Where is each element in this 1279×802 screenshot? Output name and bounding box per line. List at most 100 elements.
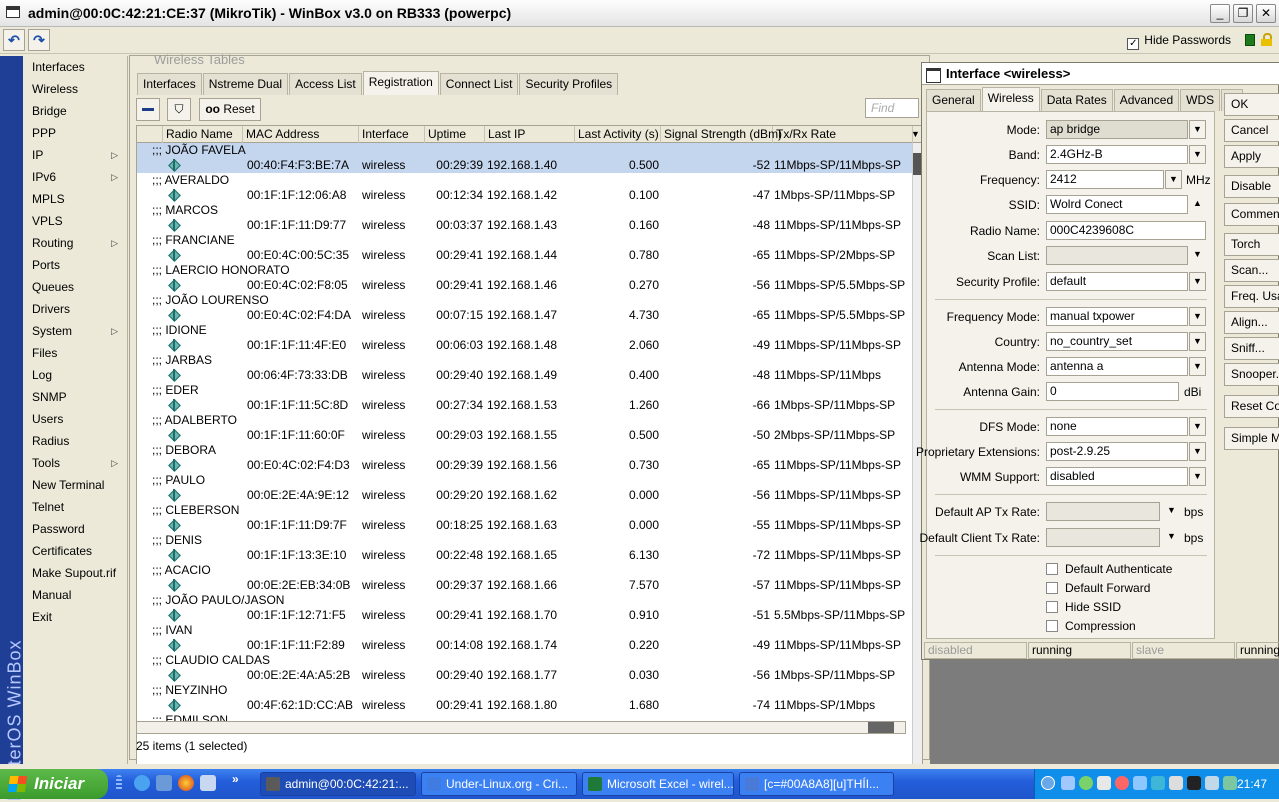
checkbox-hide-ssid[interactable]: Hide SSID xyxy=(1046,600,1121,614)
sidebar-item-files[interactable]: Files xyxy=(23,342,127,364)
firefox-icon[interactable] xyxy=(178,775,194,791)
checkbox-default-forward[interactable]: Default Forward xyxy=(1046,581,1150,595)
collapse-icon[interactable]: ▲ xyxy=(1189,195,1206,214)
dropdown-icon[interactable]: ▼ xyxy=(1163,528,1180,547)
table-row[interactable]: 00:40:F4:F3:BE:7A wireless 00:29:39 192.168… xyxy=(137,158,912,173)
table-row[interactable]: 00:1F:1F:11:4F:E0 wireless 00:06:03 192.168… xyxy=(137,338,912,353)
tray-antivirus-icon[interactable] xyxy=(1187,776,1201,790)
horizontal-scrollbar[interactable] xyxy=(136,721,906,734)
default-client-tx-rate-select[interactable] xyxy=(1046,528,1160,547)
table-row[interactable]: 00:1F:1F:13:3E:10 wireless 00:22:48 192.168… xyxy=(137,548,912,563)
button-ok[interactable]: OK xyxy=(1224,93,1279,116)
antenna-gain-input[interactable]: 0 xyxy=(1046,382,1179,401)
tab-general[interactable]: General xyxy=(926,89,981,111)
ssid-input[interactable]: Wolrd Conect xyxy=(1046,195,1188,214)
sidebar-item-users[interactable]: Users xyxy=(23,408,127,430)
tray-messenger-icon[interactable] xyxy=(1079,776,1093,790)
dropdown-icon[interactable]: ▼ xyxy=(1189,442,1206,461)
table-row[interactable]: 00:0E:2E:EB:34:0B wireless 00:29:37 192.168… xyxy=(137,578,912,593)
table-row[interactable]: 00:1F:1F:11:D9:7F wireless 00:18:25 192.168… xyxy=(137,518,912,533)
window-icon[interactable] xyxy=(6,6,20,18)
button-cancel[interactable]: Cancel xyxy=(1224,119,1279,142)
table-row[interactable]: 00:06:4F:73:33:DB wireless 00:29:40 192.168… xyxy=(137,368,912,383)
dropdown-icon[interactable]: ▼ xyxy=(1189,145,1206,164)
checkbox-default-authenticate[interactable]: Default Authenticate xyxy=(1046,562,1172,576)
sidebar-item-ports[interactable]: Ports xyxy=(23,254,127,276)
remove-button[interactable] xyxy=(136,98,160,121)
sidebar-item-make-supout-rif[interactable]: Make Supout.rif xyxy=(23,562,127,584)
table-row[interactable]: 00:E0:4C:02:F4:DA wireless 00:07:15 192.168… xyxy=(137,308,912,323)
button-disable[interactable]: Disable xyxy=(1224,175,1279,198)
ie-icon[interactable] xyxy=(134,775,150,791)
tab-registration[interactable]: Registration xyxy=(362,71,439,95)
button-scan[interactable]: Scan... xyxy=(1224,259,1279,282)
taskbar-task[interactable]: Microsoft Excel - wirel... xyxy=(582,772,734,796)
taskbar-task[interactable]: admin@00:0C:42:21:... xyxy=(260,772,416,796)
table-row[interactable]: 00:1F:1F:11:F2:89 wireless 00:14:08 192.168… xyxy=(137,638,912,653)
scrollbar-thumb[interactable] xyxy=(868,722,894,733)
table-row[interactable]: 00:1F:1F:11:D9:77 wireless 00:03:37 192.168… xyxy=(137,218,912,233)
sidebar-item-interfaces[interactable]: Interfaces xyxy=(23,56,127,78)
tab-security-profiles[interactable]: Security Profiles xyxy=(519,73,619,95)
quicklaunch-grip[interactable] xyxy=(116,775,122,791)
minimize-button[interactable]: _ xyxy=(1210,4,1230,23)
table-row[interactable]: 00:E0:4C:02:F8:05 wireless 00:29:41 192.168… xyxy=(137,278,912,293)
tray-network-icon[interactable] xyxy=(1061,776,1075,790)
security-profile-select[interactable]: default xyxy=(1046,272,1188,291)
frequency-select[interactable]: 2412 xyxy=(1046,170,1164,189)
button-apply[interactable]: Apply xyxy=(1224,145,1279,168)
button-sniff[interactable]: Sniff... xyxy=(1224,337,1279,360)
undo-button[interactable]: ↶ xyxy=(3,29,25,51)
dropdown-icon[interactable]: ▼ xyxy=(1163,502,1180,521)
sidebar-item-ipv6[interactable]: IPv6 ▷ xyxy=(23,166,127,188)
frequency-mode-select[interactable]: manual txpower xyxy=(1046,307,1188,326)
mode-select[interactable]: ap bridge xyxy=(1046,120,1188,139)
dropdown-icon[interactable]: ▼ xyxy=(1189,332,1206,351)
dfs-mode-select[interactable]: none xyxy=(1046,417,1188,436)
table-row[interactable]: 00:E0:4C:00:5C:35 wireless 00:29:41 192.168… xyxy=(137,248,912,263)
hide-passwords-checkbox[interactable]: ✓ Hide Passwords xyxy=(1127,33,1231,50)
sidebar-item-routing[interactable]: Routing ▷ xyxy=(23,232,127,254)
table-row[interactable]: 00:1F:1F:11:60:0F wireless 00:29:03 192.168… xyxy=(137,428,912,443)
sidebar-item-new-terminal[interactable]: New Terminal xyxy=(23,474,127,496)
tab-interfaces[interactable]: Interfaces xyxy=(137,73,202,95)
tray-connection-icon[interactable] xyxy=(1133,776,1147,790)
tray-wifi-icon[interactable] xyxy=(1205,776,1219,790)
sidebar-item-manual[interactable]: Manual xyxy=(23,584,127,606)
dropdown-icon[interactable]: ▼ xyxy=(1189,272,1206,291)
tab-access-list[interactable]: Access List xyxy=(289,73,362,95)
sidebar-item-wireless[interactable]: Wireless xyxy=(23,78,127,100)
checkbox-compression[interactable]: Compression xyxy=(1046,619,1136,633)
tray-back-icon[interactable] xyxy=(1041,776,1055,790)
band-select[interactable]: 2.4GHz-B xyxy=(1046,145,1188,164)
sidebar-item-vpls[interactable]: VPLS xyxy=(23,210,127,232)
column-header-last-activity-s-[interactable]: Last Activity (s) xyxy=(575,126,661,143)
tab-wds[interactable]: WDS xyxy=(1180,89,1221,111)
button-align[interactable]: Align... xyxy=(1224,311,1279,334)
tab-data-rates[interactable]: Data Rates xyxy=(1040,89,1113,111)
tab-advanced[interactable]: Advanced xyxy=(1113,89,1180,111)
sidebar-item-certificates[interactable]: Certificates xyxy=(23,540,127,562)
dropdown-icon[interactable]: ▼ xyxy=(1189,467,1206,486)
tray-speaker-icon[interactable] xyxy=(1169,776,1183,790)
column-header-tx-rx-rate[interactable]: Tx/Rx Rate xyxy=(773,126,913,143)
sidebar-item-mpls[interactable]: MPLS xyxy=(23,188,127,210)
sidebar-item-tools[interactable]: Tools ▷ xyxy=(23,452,127,474)
button-torch[interactable]: Torch xyxy=(1224,233,1279,256)
button-reset-configuration[interactable]: Reset Configuration xyxy=(1224,395,1279,418)
sidebar-item-ip[interactable]: IP ▷ xyxy=(23,144,127,166)
table-row[interactable]: 00:4F:62:1D:CC:AB wireless 00:29:41 192.168… xyxy=(137,698,912,713)
start-button[interactable]: Iniciar xyxy=(0,769,108,799)
column-header-interface[interactable]: Interface xyxy=(359,126,425,143)
dropdown-icon[interactable]: ▼ xyxy=(1189,307,1206,326)
dropdown-icon[interactable]: ▼ xyxy=(1189,120,1206,139)
tray-security-icon[interactable] xyxy=(1115,776,1129,790)
dropdown-icon[interactable]: ▼ xyxy=(1189,417,1206,436)
sidebar-item-queues[interactable]: Queues xyxy=(23,276,127,298)
sidebar-item-password[interactable]: Password xyxy=(23,518,127,540)
button-snooper[interactable]: Snooper... xyxy=(1224,363,1279,386)
dropdown-icon[interactable]: ▼ xyxy=(1189,357,1206,376)
dropdown-icon[interactable]: ▼ xyxy=(1189,246,1206,265)
table-row[interactable]: 00:1F:1F:11:5C:8D wireless 00:27:34 192.168… xyxy=(137,398,912,413)
sidebar-item-log[interactable]: Log xyxy=(23,364,127,386)
